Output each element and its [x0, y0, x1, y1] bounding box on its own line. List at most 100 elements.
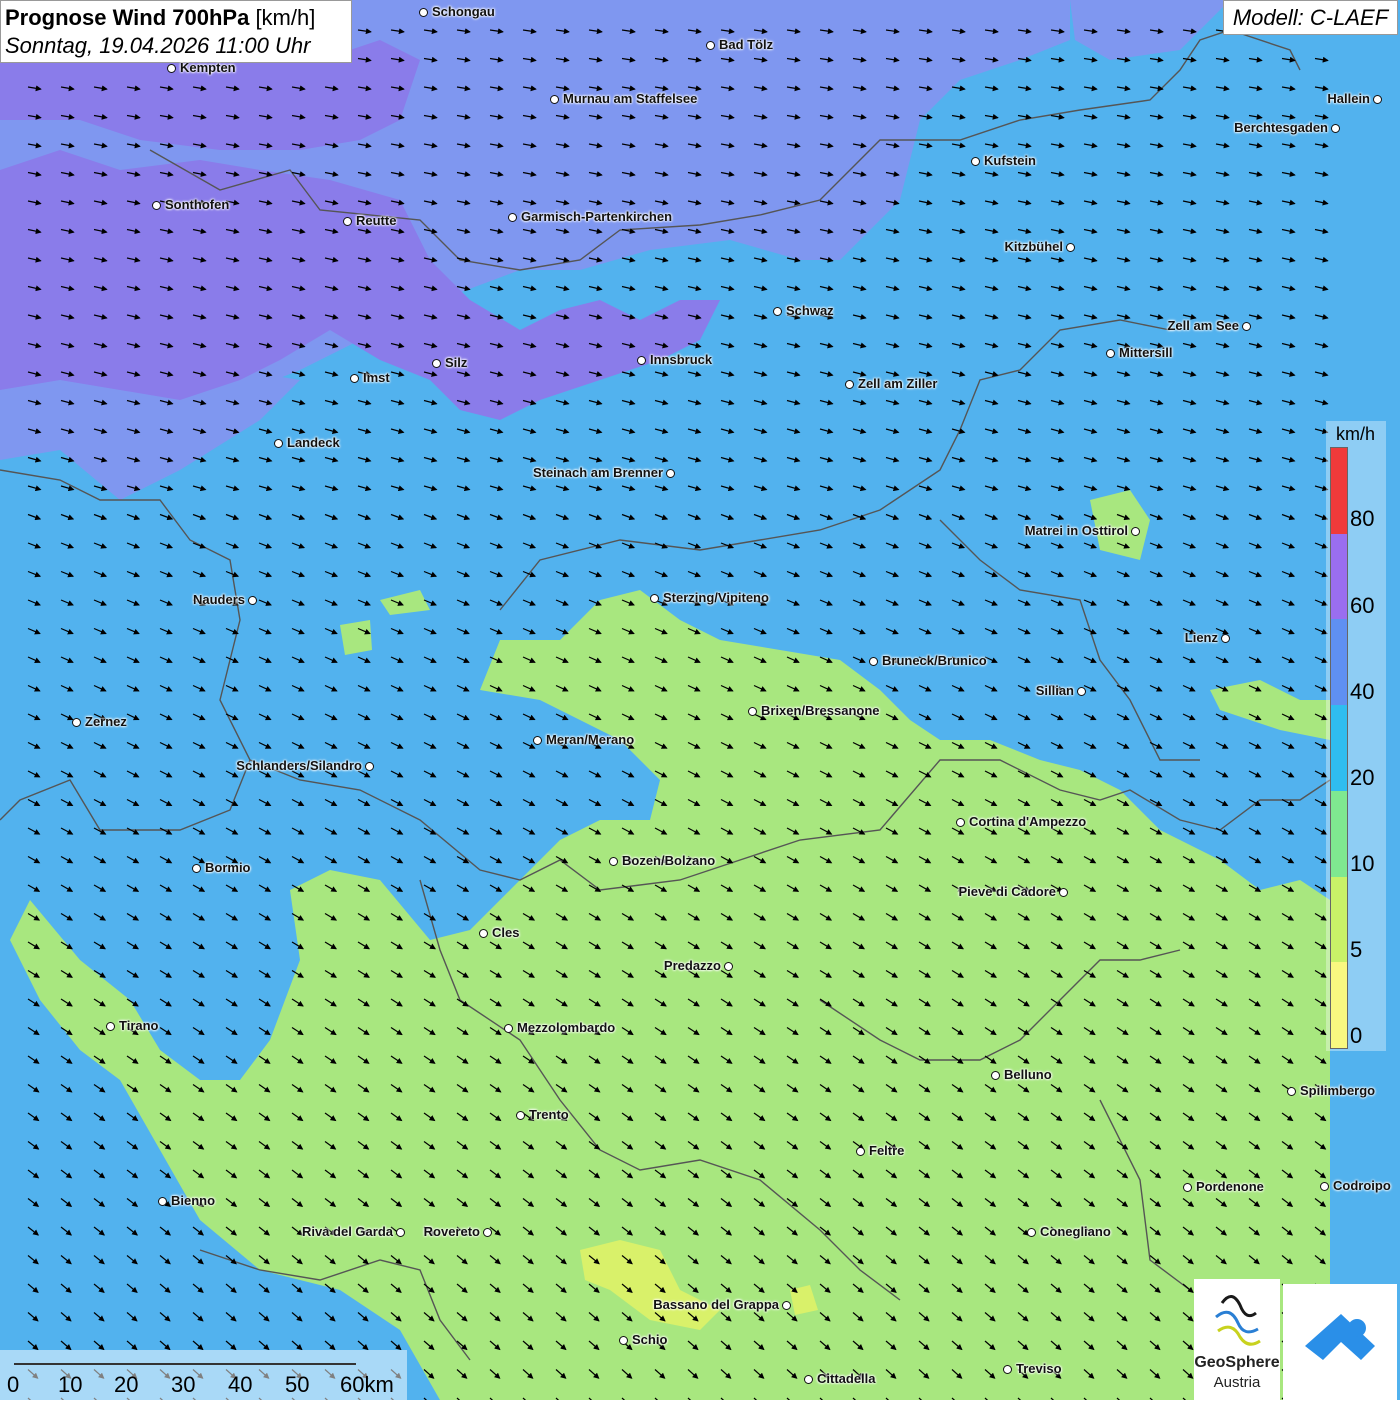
legend-swatch: [1331, 533, 1347, 620]
city-marker: [1221, 634, 1230, 643]
scale-label: 10: [58, 1372, 83, 1397]
city-label: Belluno: [1004, 1067, 1052, 1082]
city-label: Kempten: [180, 60, 236, 75]
city-marker: [991, 1071, 1000, 1080]
legend-swatch: [1331, 705, 1347, 792]
city-label: Bad Tölz: [719, 37, 774, 52]
city-marker: [956, 818, 965, 827]
legend-tick-label: 0: [1350, 1023, 1363, 1048]
city-marker: [72, 718, 81, 727]
city-label: Bruneck/Brunico: [882, 653, 987, 668]
city-label: Zell am See: [1167, 318, 1239, 333]
geosphere-logo-icon: [1215, 1295, 1261, 1346]
city-label: Cles: [492, 925, 520, 940]
city-label: Spilimbergo: [1300, 1083, 1376, 1098]
brand-logo[interactable]: [1283, 1284, 1397, 1400]
color-legend: km/h 80 60 40 20 10 5 0: [1326, 421, 1386, 1051]
city-marker: [533, 736, 542, 745]
city-label: Schongau: [432, 4, 495, 19]
city-marker: [748, 707, 757, 716]
city-label: Sonthofen: [165, 197, 230, 212]
city-label: Trento: [529, 1107, 569, 1122]
legend-tick-label: 5: [1350, 937, 1363, 962]
city-marker: [167, 64, 176, 73]
scale-label: 30: [171, 1372, 196, 1397]
legend-tick-label: 80: [1350, 506, 1375, 531]
city-marker: [856, 1147, 865, 1156]
city-marker: [609, 857, 618, 866]
city-marker: [350, 374, 359, 383]
city-marker: [1287, 1087, 1296, 1096]
city-marker: [508, 213, 517, 222]
city-marker: [1320, 1182, 1329, 1191]
scale-label: 20: [114, 1372, 139, 1397]
city-label: Murnau am Staffelsee: [563, 91, 698, 106]
city-marker: [1077, 687, 1086, 696]
city-label: Kufstein: [984, 153, 1036, 168]
city-marker: [1183, 1183, 1192, 1192]
city-label: Predazzo: [663, 958, 721, 973]
city-label: Conegliano: [1040, 1224, 1111, 1239]
scale-label: 60km: [340, 1372, 394, 1397]
title-box: Prognose Wind 700hPa [km/h] Sonntag, 19.…: [0, 0, 352, 63]
model-label: Modell: C-LAEF: [1223, 0, 1398, 35]
geosphere-logo[interactable]: GeoSphere Austria: [1194, 1279, 1280, 1400]
city-label: Schlanders/Silandro: [236, 758, 362, 773]
scale-label: 50: [285, 1372, 310, 1397]
city-label: Cortina d'Ampezzo: [969, 814, 1087, 829]
city-label: Sillian: [1035, 683, 1074, 698]
city-label: Bozen/Bolzano: [622, 853, 716, 868]
city-label: Silz: [445, 355, 468, 370]
city-label: Imst: [363, 370, 390, 385]
city-marker: [516, 1111, 525, 1120]
city-marker: [650, 594, 659, 603]
city-marker: [1106, 349, 1115, 358]
city-marker: [971, 157, 980, 166]
legend-unit: km/h: [1336, 424, 1376, 444]
map-title: Prognose Wind 700hPa [km/h]: [5, 5, 316, 30]
city-marker: [432, 359, 441, 368]
city-marker: [845, 380, 854, 389]
city-label: Meran/Merano: [546, 732, 635, 747]
city-marker: [504, 1024, 513, 1033]
map-subtitle: Sonntag, 19.04.2026 11:00 Uhr: [5, 33, 311, 58]
city-label: Bienno: [171, 1193, 216, 1208]
city-marker: [248, 596, 257, 605]
legend-swatch: [1331, 448, 1347, 535]
geosphere-logo-subtext: Austria: [1213, 1374, 1261, 1391]
city-marker: [158, 1197, 167, 1206]
city-marker: [782, 1301, 791, 1310]
city-marker: [396, 1228, 405, 1237]
legend-swatch: [1331, 962, 1347, 1049]
city-marker: [1331, 124, 1340, 133]
city-label: Rovereto: [423, 1224, 480, 1239]
cloud-mountain-logo-icon: [1305, 1314, 1375, 1360]
city-marker: [706, 41, 715, 50]
city-marker: [106, 1022, 115, 1031]
city-label: Innsbruck: [650, 352, 713, 367]
legend-tick-label: 10: [1350, 851, 1375, 876]
city-label: Codroipo: [1333, 1178, 1391, 1193]
legend-swatch: [1331, 876, 1347, 963]
city-label: Berchtesgaden: [1234, 120, 1328, 135]
city-marker: [1131, 527, 1140, 536]
city-marker: [419, 8, 428, 17]
city-marker: [1066, 243, 1075, 252]
city-marker: [152, 201, 161, 210]
city-label: Pieve di Cadore: [958, 884, 1056, 899]
city-marker: [804, 1375, 813, 1384]
city-marker: [365, 762, 374, 771]
geosphere-logo-text: GeoSphere: [1194, 1354, 1280, 1371]
scale-bar: 0 10 20 30 40 50 60km: [0, 1350, 407, 1400]
city-label: Cittadella: [817, 1371, 876, 1386]
city-label: Pordenone: [1196, 1179, 1264, 1194]
city-label: Mittersill: [1119, 345, 1173, 360]
city-marker: [1027, 1228, 1036, 1237]
city-marker: [192, 864, 201, 873]
city-marker: [666, 469, 675, 478]
city-marker: [1373, 95, 1382, 104]
city-label: Riva del Garda: [301, 1224, 393, 1239]
legend-tick-label: 60: [1350, 593, 1375, 618]
city-label: Kitzbühel: [1004, 239, 1064, 254]
wind-zone-10-20: [340, 620, 372, 655]
